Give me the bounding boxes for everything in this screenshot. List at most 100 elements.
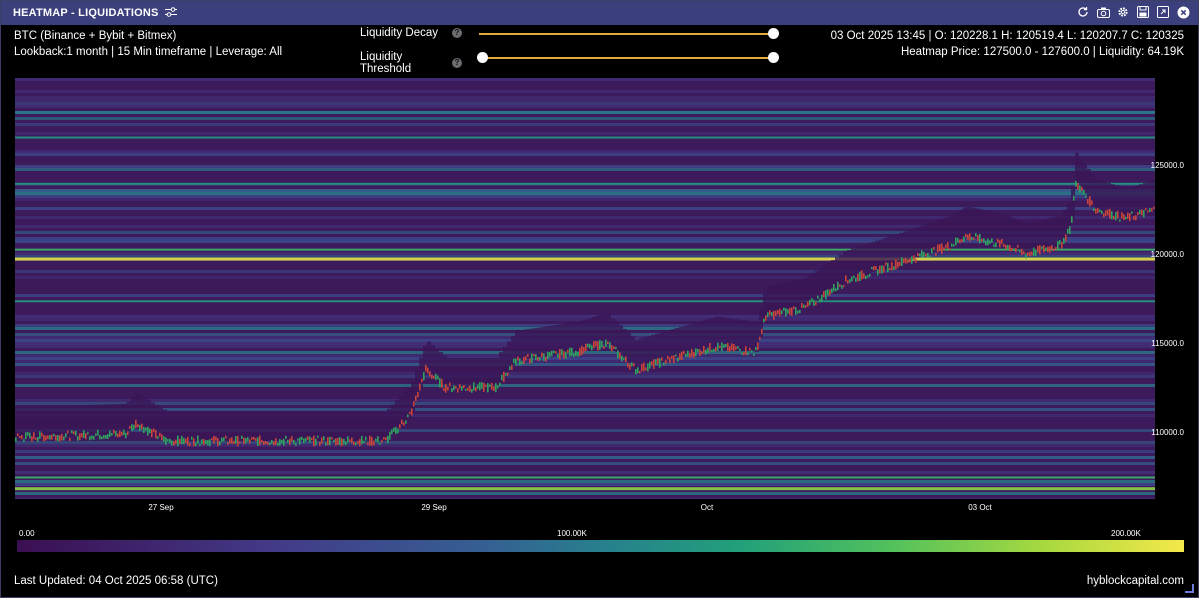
liquidity-threshold-min-handle[interactable] (477, 52, 488, 63)
price-candle (487, 383, 489, 393)
price-candle (371, 436, 373, 446)
liquidated-zone (775, 284, 779, 315)
liquidated-zone (1071, 188, 1075, 219)
liquidation-heatmap[interactable] (15, 78, 1155, 501)
liquidated-zone (395, 400, 399, 431)
price-candle (663, 362, 665, 366)
price-candle (529, 358, 531, 364)
price-candle (599, 339, 601, 350)
liquidated-zone (1119, 186, 1123, 217)
liquidated-zone (107, 404, 111, 435)
liquidated-zone (119, 403, 123, 434)
price-candle (449, 382, 451, 387)
price-candle (1039, 245, 1041, 255)
price-candle (803, 304, 805, 308)
gear-icon[interactable] (1116, 5, 1130, 19)
price-candle (925, 253, 927, 257)
expand-icon[interactable] (1156, 5, 1170, 19)
price-candle (475, 387, 477, 392)
price-candle (901, 257, 903, 266)
price-candle (1061, 241, 1063, 249)
liquidated-zone (355, 410, 359, 441)
x-tick-label: Oct (700, 503, 714, 512)
price-candle (1153, 206, 1155, 210)
price-candle (629, 364, 631, 370)
price-candle (287, 439, 289, 443)
liquidated-zone (379, 410, 383, 441)
price-candle (565, 351, 567, 359)
price-candle (351, 437, 353, 444)
resize-handle[interactable] (1185, 584, 1194, 593)
price-candle (457, 388, 459, 393)
camera-icon[interactable] (1096, 5, 1110, 19)
price-candle (527, 353, 529, 357)
price-candle (153, 428, 155, 433)
liquidated-zone (839, 254, 843, 285)
liquidated-zone (911, 228, 915, 259)
price-candle (1099, 209, 1101, 213)
liquidity-band (15, 396, 1155, 399)
liquidated-zone (1079, 158, 1083, 189)
liquidity-band (15, 402, 1155, 405)
price-candle (985, 241, 987, 246)
symbol-info: BTC (Binance + Bybit + Bitmex) Lookback:… (14, 28, 282, 60)
liquidity-threshold-max-handle[interactable] (768, 52, 779, 63)
price-candle (89, 436, 91, 441)
price-candle (175, 439, 177, 445)
price-candle (19, 435, 21, 438)
liquidity-band (15, 468, 1155, 471)
price-candle (619, 352, 621, 359)
liquidity-level (15, 476, 1155, 479)
price-candle (927, 252, 929, 258)
price-candle (143, 426, 145, 434)
price-candle (65, 433, 67, 438)
brand-link[interactable]: hyblockcapital.com (1087, 575, 1184, 587)
price-candle (87, 432, 89, 435)
price-candle (791, 307, 793, 316)
heatmap-canvas[interactable] (15, 78, 1155, 501)
liquidity-band (15, 186, 1155, 189)
save-icon[interactable] (1136, 5, 1150, 19)
price-candle (987, 238, 989, 246)
price-candle (961, 239, 963, 243)
price-candle (179, 438, 181, 445)
price-candle (503, 371, 505, 383)
price-candle (219, 441, 221, 446)
help-icon[interactable]: ? (452, 58, 462, 68)
price-candle (149, 428, 151, 434)
price-candle (633, 363, 635, 367)
close-icon[interactable] (1176, 5, 1190, 19)
liquidity-band (15, 246, 1155, 249)
price-candle (645, 367, 647, 371)
liquidity-band (15, 153, 1155, 156)
price-candle (1083, 189, 1085, 195)
liquidity-decay-slider[interactable] (479, 33, 774, 35)
price-candle (579, 347, 581, 356)
price-candle (975, 233, 977, 237)
settings-sliders-icon[interactable] (164, 4, 177, 22)
help-icon[interactable]: ? (452, 28, 462, 38)
price-candle (811, 298, 813, 303)
price-candle (697, 348, 699, 352)
liquidity-decay-handle[interactable] (768, 28, 779, 39)
price-candle (291, 436, 293, 442)
liquidity-level (15, 248, 1155, 251)
liquidated-zone (199, 410, 203, 441)
price-candle (921, 250, 923, 258)
price-candle (571, 347, 573, 356)
price-candle (685, 353, 687, 357)
price-candle (689, 352, 691, 359)
price-candle (549, 351, 551, 357)
price-candle (211, 438, 213, 441)
price-candle (499, 382, 501, 386)
liquidated-zone (1075, 152, 1079, 183)
liquidity-threshold-slider[interactable] (482, 57, 774, 59)
price-candle (997, 238, 999, 243)
price-candle (199, 444, 201, 447)
price-candle (583, 347, 585, 354)
refresh-icon[interactable] (1076, 5, 1090, 19)
liquidated-zone (1123, 187, 1127, 218)
price-candle (913, 255, 915, 260)
price-candle (491, 382, 493, 390)
liquidated-zone (371, 410, 375, 441)
